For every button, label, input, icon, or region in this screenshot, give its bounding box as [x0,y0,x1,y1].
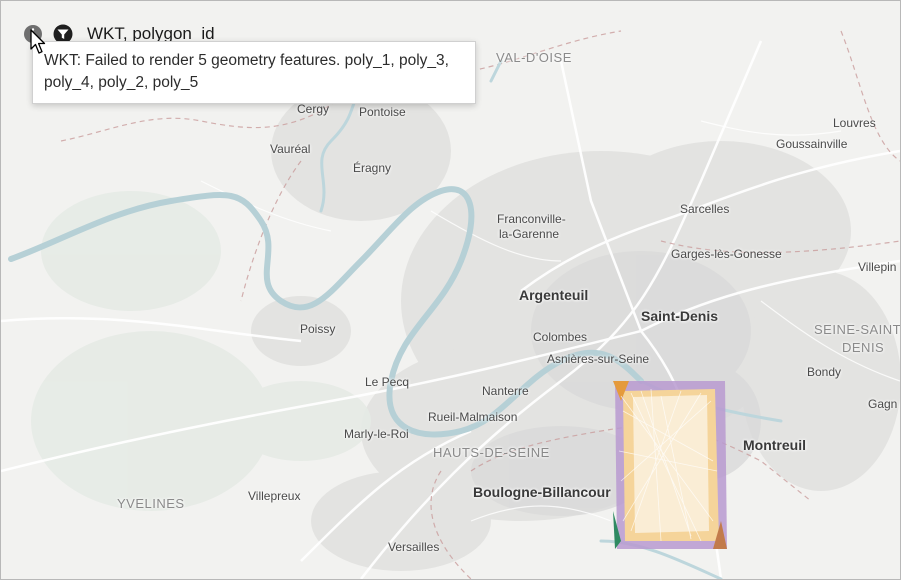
label-louvres: Louvres [833,116,876,130]
label-yvelines: YVELINES [117,496,185,511]
label-vaureal: Vauréal [270,142,311,156]
label-asnieres: Asnières-sur-Seine [547,352,650,366]
label-val-doise: VAL-D'OISE [496,50,572,65]
label-argenteuil: Argenteuil [519,287,589,303]
label-garges: Garges-lès-Gonesse [671,247,782,261]
map-panel: VAL-D'OISE Cergy Pontoise Vauréal Éragny… [0,0,901,580]
label-villepinte: Villepin [858,260,897,274]
label-hauts-de-seine: HAUTS-DE-SEINE [433,445,550,460]
label-seine-saint-denis-2: DENIS [842,340,885,355]
label-montreuil: Montreuil [743,437,806,453]
label-bondy: Bondy [807,365,842,379]
label-rueil: Rueil-Malmaison [428,410,518,424]
render-error-tooltip: WKT: Failed to render 5 geometry feature… [32,41,476,104]
label-versailles: Versailles [388,540,440,554]
label-colombes: Colombes [533,330,588,344]
label-marly: Marly-le-Roi [344,427,409,441]
label-villepreux: Villepreux [248,489,301,503]
label-saint-denis: Saint-Denis [641,308,719,324]
label-nanterre: Nanterre [482,384,529,398]
label-franconville-1: Franconville- [497,212,566,226]
label-gagny: Gagn [868,397,898,411]
label-seine-saint-denis-1: SEINE-SAINT [814,322,901,337]
label-pontoise: Pontoise [359,105,406,119]
label-goussainville: Goussainville [776,137,848,151]
label-sarcelles: Sarcelles [680,202,730,216]
label-le-pecq: Le Pecq [365,375,410,389]
label-eragny: Éragny [353,161,392,175]
label-franconville-2: la-Garenne [499,227,560,241]
label-boulogne: Boulogne-Billancour [473,484,611,500]
tooltip-text: WKT: Failed to render 5 geometry feature… [44,52,449,91]
label-cergy: Cergy [297,102,330,116]
label-poissy: Poissy [300,322,336,336]
mouse-cursor-icon [30,29,46,54]
